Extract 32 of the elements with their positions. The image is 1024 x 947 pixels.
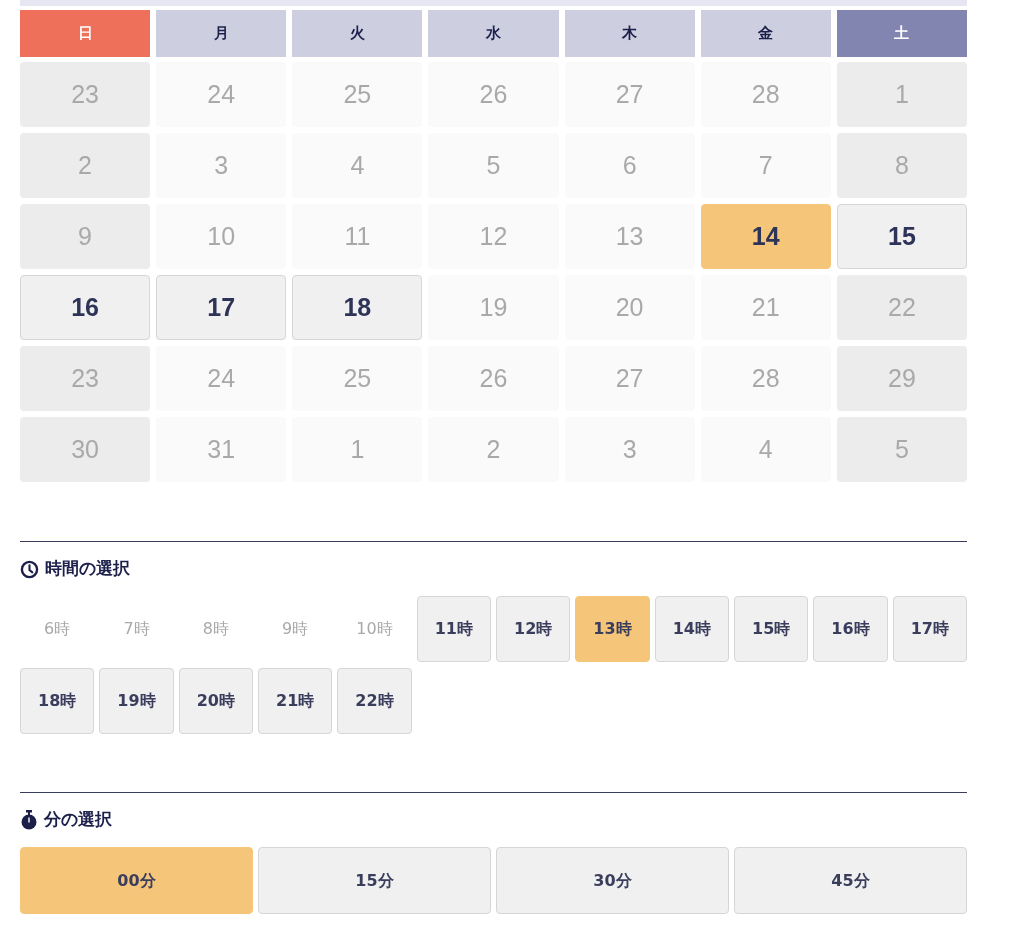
section-title: 分の選択 [44,808,112,832]
date-cell[interactable]: 15 [836,204,967,269]
hour-option[interactable]: 22時 [337,668,412,734]
hour-option[interactable]: 18時 [20,668,95,734]
date-cell[interactable]: 17 [156,275,287,340]
hour-option[interactable]: 16時 [813,596,888,662]
clock-icon [20,559,39,579]
hour-option[interactable]: 12時 [496,596,571,662]
minute-option[interactable]: 45分 [734,847,967,914]
stopwatch-icon [20,810,38,830]
hour-option[interactable]: 11時 [416,596,491,662]
minute-option[interactable]: 30分 [496,847,729,914]
section-title: 時間の選択 [45,557,130,581]
hour-option[interactable]: 13時 [575,596,650,662]
weekday-header: 木 [564,10,695,57]
weekday-header: 火 [292,10,423,57]
hour-option[interactable]: 19時 [99,668,174,734]
minute-option[interactable]: 15分 [258,847,491,914]
minute-option[interactable]: 00分 [20,847,253,914]
weekday-header: 土 [836,10,967,57]
weekday-header: 金 [700,10,831,57]
weekday-header: 日 [20,10,151,57]
date-cell[interactable]: 16 [20,275,151,340]
hour-option[interactable]: 17時 [892,596,967,662]
date-cell[interactable]: 14 [700,204,831,269]
date-cell[interactable]: 18 [292,275,423,340]
hour-option[interactable]: 14時 [654,596,729,662]
weekday-header: 水 [428,10,559,57]
hour-option[interactable]: 20時 [178,668,253,734]
weekday-header: 月 [156,10,287,57]
hour-option[interactable]: 21時 [258,668,333,734]
hour-option[interactable]: 15時 [734,596,809,662]
